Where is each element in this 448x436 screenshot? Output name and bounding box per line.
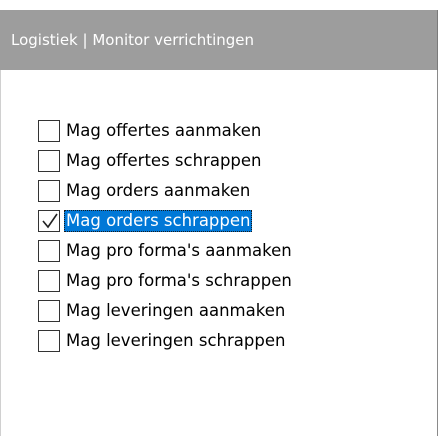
permission-item[interactable]: Mag orders aanmaken bbox=[38, 176, 428, 206]
checkbox[interactable] bbox=[38, 300, 60, 322]
permission-item[interactable]: Mag leveringen aanmaken bbox=[38, 296, 428, 326]
checkbox[interactable] bbox=[38, 180, 60, 202]
permission-label[interactable]: Mag pro forma's aanmaken bbox=[64, 240, 294, 262]
panel-header: Logistiek | Monitor verrichtingen bbox=[0, 10, 438, 70]
panel-top-margin bbox=[0, 0, 448, 10]
permission-item[interactable]: Mag offertes aanmaken bbox=[38, 116, 428, 146]
checkbox[interactable] bbox=[38, 330, 60, 352]
checkbox[interactable] bbox=[38, 120, 60, 142]
permission-label[interactable]: Mag offertes schrappen bbox=[64, 150, 264, 172]
permissions-panel: Logistiek | Monitor verrichtingen Mag of… bbox=[0, 0, 448, 436]
permission-label-selected[interactable]: Mag orders schrappen bbox=[64, 210, 253, 232]
permission-label[interactable]: Mag leveringen schrappen bbox=[64, 330, 287, 352]
panel-left-border bbox=[0, 70, 1, 436]
permission-item[interactable]: Mag pro forma's aanmaken bbox=[38, 236, 428, 266]
permission-item-selected[interactable]: Mag orders schrappen bbox=[38, 206, 428, 236]
permission-label[interactable]: Mag offertes aanmaken bbox=[64, 120, 263, 142]
checkbox-checked[interactable] bbox=[38, 210, 60, 232]
checkmark-icon bbox=[42, 213, 58, 229]
permission-label[interactable]: Mag orders aanmaken bbox=[64, 180, 252, 202]
permission-item[interactable]: Mag offertes schrappen bbox=[38, 146, 428, 176]
checkbox[interactable] bbox=[38, 150, 60, 172]
panel-right-border bbox=[437, 70, 438, 436]
permission-label[interactable]: Mag pro forma's schrappen bbox=[64, 270, 294, 292]
permissions-list: Mag offertes aanmaken Mag offertes schra… bbox=[38, 116, 428, 356]
permission-item[interactable]: Mag leveringen schrappen bbox=[38, 326, 428, 356]
panel-title: Logistiek | Monitor verrichtingen bbox=[11, 31, 255, 49]
permission-label[interactable]: Mag leveringen aanmaken bbox=[64, 300, 287, 322]
checkbox[interactable] bbox=[38, 270, 60, 292]
permission-item[interactable]: Mag pro forma's schrappen bbox=[38, 266, 428, 296]
checkbox[interactable] bbox=[38, 240, 60, 262]
